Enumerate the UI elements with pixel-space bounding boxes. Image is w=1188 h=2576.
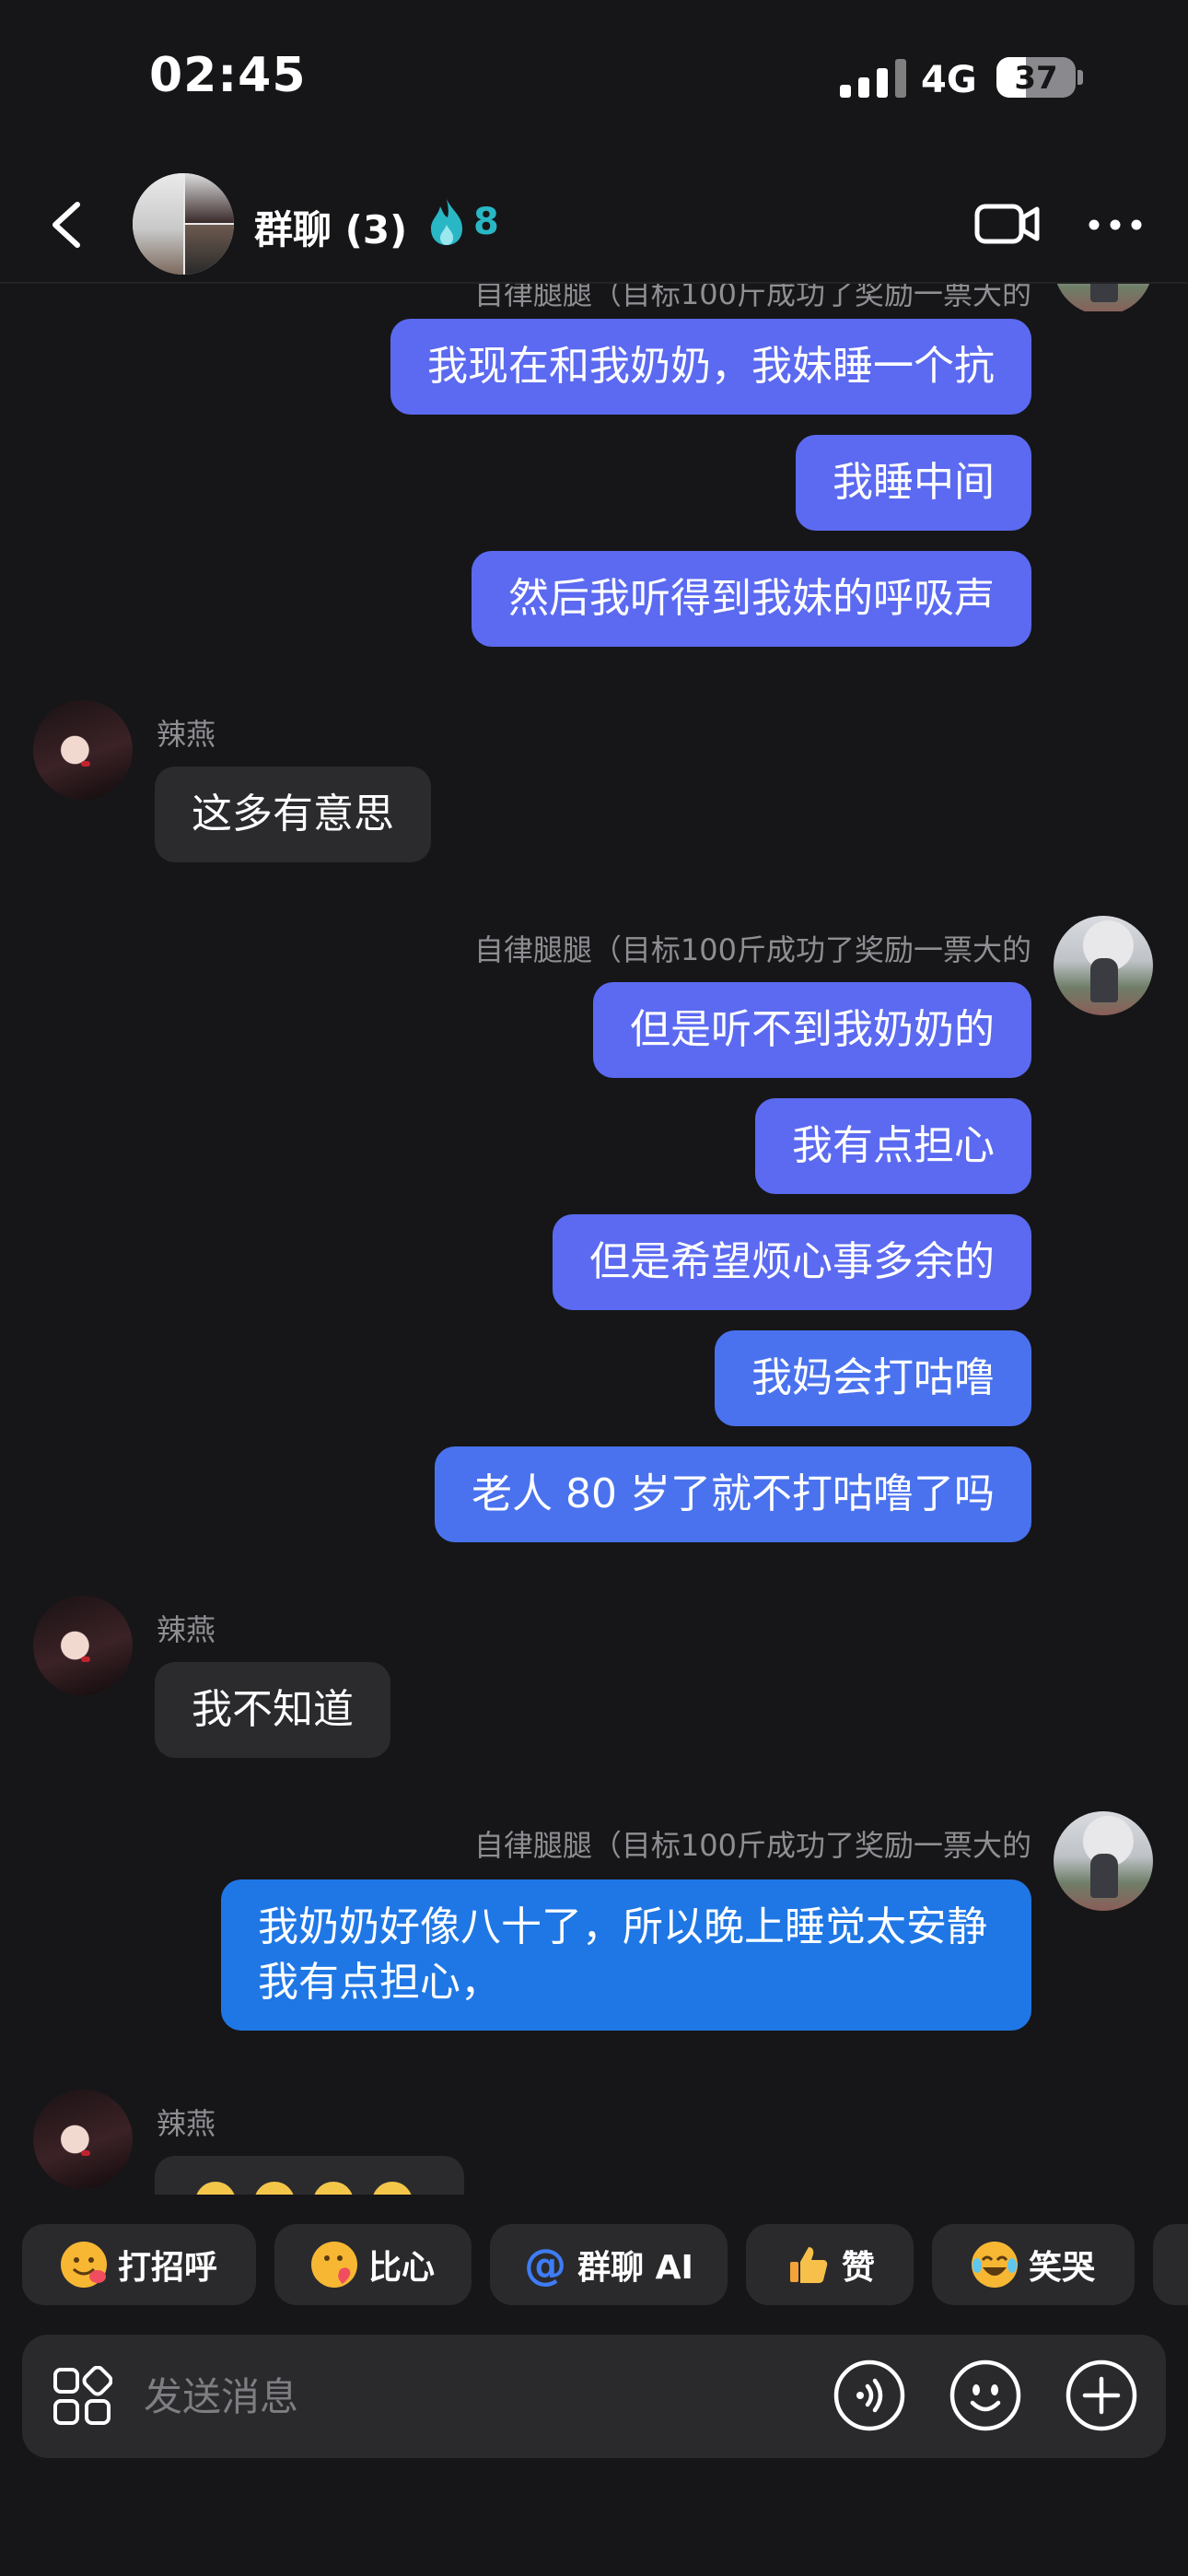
message-bubble[interactable]: 我睡中间 — [796, 435, 1031, 531]
sender-avatar[interactable] — [33, 700, 133, 800]
message-bubble[interactable]: 这多有意思 — [155, 767, 431, 862]
add-attachment-icon[interactable] — [1065, 2359, 1138, 2432]
partial-message-header: 自律腿腿（目标100斤成功了奖励一票大的 — [0, 284, 1188, 311]
quick-reply-more[interactable] — [1153, 2224, 1188, 2305]
status-time: 02:45 — [149, 48, 307, 103]
fire-streak-icon — [431, 199, 462, 245]
voice-message-icon[interactable] — [833, 2359, 906, 2432]
group-avatar[interactable] — [133, 173, 234, 275]
at-icon: @ — [524, 2240, 567, 2289]
quick-reply-heart[interactable]: 比心 — [274, 2224, 472, 2305]
thumbs-up-icon — [785, 2242, 831, 2288]
quick-reply-label: 群聊 AI — [577, 2249, 693, 2287]
sender-avatar[interactable] — [33, 2090, 133, 2189]
sender-name: 自律腿腿（目标100斤成功了奖励一票大的 — [473, 932, 1031, 967]
back-chevron-icon[interactable] — [48, 201, 85, 249]
sender-name: 自律腿腿（目标100斤成功了奖励一票大的 — [473, 1828, 1031, 1863]
sender-avatar[interactable] — [33, 1596, 133, 1695]
quick-reply-label: 笑哭 — [1028, 2249, 1095, 2287]
quick-reply-label: 打招呼 — [117, 2249, 217, 2287]
sender-avatar[interactable] — [1054, 1811, 1153, 1911]
quick-reply-greeting[interactable]: 打招呼 — [22, 2224, 256, 2305]
message-bubble[interactable]: 但是希望烦心事多余的 — [553, 1214, 1031, 1310]
message-bubble[interactable]: 我现在和我奶奶，我妹睡一个抗 — [390, 319, 1031, 415]
message-bubble[interactable]: 我有点担心 — [755, 1098, 1031, 1194]
quick-reply-label: 赞 — [841, 2249, 875, 2287]
message-bubble[interactable]: 我不知道 — [155, 1662, 390, 1758]
message-bubble[interactable]: 我奶奶好像八十了，所以晚上睡觉太安静我有点担心， — [221, 1879, 1031, 2031]
greeting-emoji-icon — [60, 2242, 107, 2288]
laugh-cry-emoji-icon — [971, 2242, 1018, 2288]
heart-hand-emoji-icon — [310, 2242, 357, 2288]
sender-avatar[interactable] — [1054, 284, 1153, 311]
sender-name: 辣燕 — [157, 1612, 216, 1647]
sender-avatar[interactable] — [1054, 916, 1153, 1015]
battery-level: 37 — [1014, 60, 1058, 97]
message-bubble[interactable]: 然后我听得到我妹的呼吸声 — [472, 551, 1031, 647]
quick-reply-laugh-cry[interactable]: 笑哭 — [932, 2224, 1135, 2305]
sender-name: 自律腿腿（目标100斤成功了奖励一票大的 — [473, 284, 1031, 311]
chat-title[interactable]: 群聊 (3) — [254, 199, 407, 255]
fire-streak-count: 8 — [473, 201, 499, 243]
message-bubble[interactable]: 老人 80 岁了就不打咕噜了吗 — [435, 1446, 1031, 1542]
message-bubble[interactable]: 我妈会打咕噜 — [715, 1330, 1031, 1426]
network-type: 4G — [921, 59, 977, 101]
apps-grid-icon[interactable] — [52, 2366, 112, 2427]
quick-reply-group-ai[interactable]: @ 群聊 AI — [490, 2224, 728, 2305]
video-call-icon[interactable] — [974, 201, 1041, 247]
partial-message-bubble[interactable] — [155, 2156, 464, 2195]
battery-icon: 37 — [996, 57, 1076, 98]
message-bubble[interactable]: 但是听不到我奶奶的 — [593, 982, 1031, 1078]
message-input[interactable] — [144, 2366, 788, 2427]
sender-name: 辣燕 — [157, 717, 216, 752]
cellular-signal-icon — [840, 59, 908, 98]
quick-reply-like[interactable]: 赞 — [746, 2224, 914, 2305]
sender-name: 辣燕 — [157, 2106, 216, 2141]
more-options-icon[interactable] — [1089, 219, 1142, 230]
quick-reply-label: 比心 — [367, 2249, 435, 2287]
emoji-icon[interactable] — [949, 2359, 1022, 2432]
battery-nub — [1077, 70, 1083, 85]
